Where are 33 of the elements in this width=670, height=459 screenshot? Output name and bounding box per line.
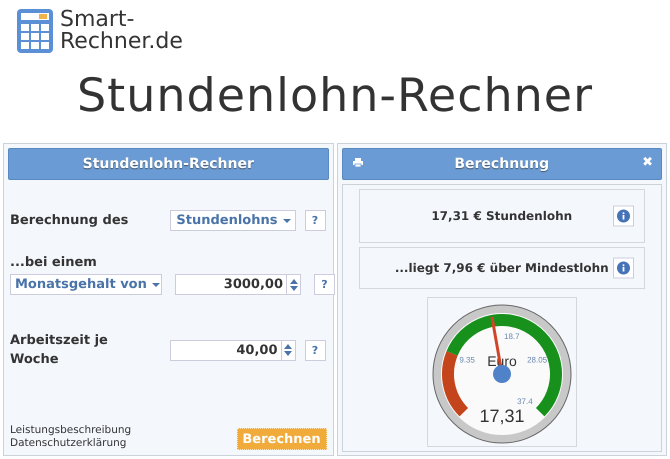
help-button[interactable]: ? <box>304 210 326 231</box>
number-field[interactable]: 3000,00 <box>175 274 286 295</box>
number-field[interactable]: 40,00 <box>170 340 280 360</box>
info-icon <box>617 210 630 222</box>
print-icon[interactable] <box>352 158 362 167</box>
panel-title: Stundenlohn-Rechner <box>82 156 254 172</box>
dropdown[interactable]: Stundenlohns <box>170 210 296 231</box>
gauge-tick-label: 28.05 <box>526 355 547 364</box>
result-text: 17,31 € Stundenlohn <box>431 209 572 223</box>
dropdown[interactable]: Monatsgehalt von <box>10 274 162 295</box>
gauge-tick-label: 9.35 <box>459 355 475 364</box>
footer-link[interactable]: Leistungsbeschreibung <box>10 424 132 437</box>
field-label: Arbeitszeit je Woche <box>10 332 109 369</box>
close-button[interactable]: ✖ <box>642 155 653 170</box>
field-label: Berechnung des <box>10 212 130 230</box>
gauge-reading: 17,31 <box>479 406 524 426</box>
info-icon <box>617 262 630 274</box>
spinner-icon[interactable] <box>280 340 296 360</box>
info-button[interactable] <box>613 258 634 278</box>
info-button[interactable] <box>613 206 634 226</box>
field-label: ...bei einem <box>10 254 98 272</box>
help-button[interactable]: ? <box>314 274 335 295</box>
panel-title: Berechnung <box>454 156 550 172</box>
gauge-tick-label: 37.4 <box>516 396 532 406</box>
result-text: ...liegt 7,96 € über Mindestlohn <box>394 261 609 275</box>
calculator-icon <box>16 8 54 54</box>
logo-text: Smart- Rechner.de <box>60 9 183 53</box>
page-title: Stundenlohn-Rechner <box>76 68 594 122</box>
spinner-icon[interactable] <box>286 274 301 295</box>
gauge-hub <box>492 365 511 383</box>
help-button[interactable]: ? <box>304 340 326 360</box>
gauge-tick-label: 18.7 <box>504 332 520 341</box>
footer-link[interactable]: Datenschutzerklärung <box>10 437 132 450</box>
